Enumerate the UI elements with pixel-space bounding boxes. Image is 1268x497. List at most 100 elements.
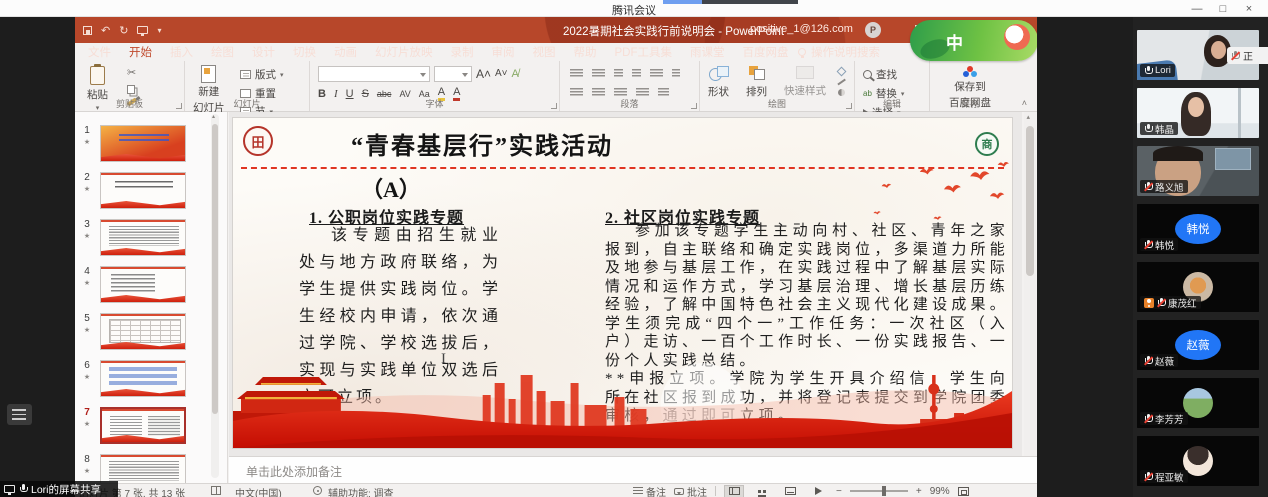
shape-outline-icon[interactable]: [837, 79, 845, 85]
screen-share-icon: [4, 485, 15, 493]
participant-tile[interactable]: 李芳芳: [1137, 378, 1259, 428]
slide-thumbnail-2[interactable]: 2: [75, 172, 228, 212]
tab-录制[interactable]: 录制: [442, 43, 483, 61]
increase-font-icon[interactable]: A˄: [476, 68, 491, 80]
participant-tile[interactable]: 韩晶: [1137, 88, 1259, 138]
bullets-icon[interactable]: [570, 69, 583, 78]
normal-view-button[interactable]: [724, 485, 744, 497]
maximize-button[interactable]: □: [1210, 3, 1236, 15]
slide-thumbnail-6[interactable]: 6: [75, 360, 228, 400]
line-spacing-icon[interactable]: [650, 69, 663, 78]
tab-设计[interactable]: 设计: [243, 43, 284, 61]
arrange-button[interactable]: 排列: [746, 66, 767, 99]
customize-qat-icon[interactable]: ▾: [157, 26, 161, 35]
shapes-button[interactable]: 形状: [708, 66, 729, 99]
participant-tile[interactable]: 康茂红: [1137, 262, 1259, 312]
slide-thumbnail-7[interactable]: 7: [75, 407, 228, 447]
tab-绘图[interactable]: 绘图: [202, 43, 243, 61]
decrease-indent-icon[interactable]: [614, 69, 623, 78]
fit-to-window-icon[interactable]: [958, 487, 969, 496]
account-avatar[interactable]: P: [865, 22, 881, 38]
start-slideshow-icon[interactable]: [137, 26, 148, 34]
participant-name: 康茂红: [1168, 296, 1197, 310]
layout-button[interactable]: 版式 ▾: [240, 67, 284, 82]
notes-pane[interactable]: 单击此处添加备注: [229, 456, 1037, 483]
spell-check-icon[interactable]: [211, 486, 221, 495]
font-name-combo[interactable]: [318, 66, 430, 82]
zoom-in-button[interactable]: +: [916, 486, 922, 497]
editing-group: 查找 ab 替换 ▾ 选择 ▾ 编辑: [855, 61, 930, 111]
tab-视图[interactable]: 视图: [524, 43, 565, 61]
font-size-combo[interactable]: [434, 66, 472, 82]
notes-toggle[interactable]: 备注: [633, 484, 666, 497]
canvas-scrollbar[interactable]: [1024, 112, 1036, 456]
clipboard-dialog-launcher[interactable]: [176, 103, 182, 109]
slide-thumbnail-5[interactable]: 5: [75, 313, 228, 353]
participant-tile[interactable]: 路义旭: [1137, 146, 1259, 196]
zoom-slider[interactable]: [850, 490, 908, 492]
shape-fill-icon[interactable]: [837, 67, 847, 77]
align-center-icon[interactable]: [592, 88, 605, 97]
tab-插入[interactable]: 插入: [161, 43, 202, 61]
notes-placeholder: 单击此处添加备注: [246, 463, 342, 480]
meeting-sidebar-toggle[interactable]: [7, 404, 32, 425]
slide-thumbnail-8[interactable]: 8: [75, 454, 228, 483]
zoom-out-button[interactable]: −: [836, 486, 842, 497]
tab-切换[interactable]: 切换: [284, 43, 325, 61]
collapse-ribbon-icon[interactable]: ˄: [1022, 98, 1027, 108]
cut-icon[interactable]: ✂: [127, 68, 137, 79]
mic-icon: [1144, 66, 1152, 76]
copy-icon[interactable]: [127, 85, 135, 94]
save-icon[interactable]: [83, 26, 92, 35]
tab-百度网盘[interactable]: 百度网盘: [734, 43, 798, 61]
comments-toggle[interactable]: 批注: [674, 484, 707, 497]
slide-thumbnail-4[interactable]: 4: [75, 266, 228, 306]
close-button[interactable]: ×: [1236, 3, 1262, 15]
clear-format-icon[interactable]: A̸: [512, 69, 519, 80]
tab-雨课堂[interactable]: 雨课堂: [681, 43, 734, 61]
screen-share-banner[interactable]: Lori的屏幕共享: [0, 481, 118, 497]
slide-sorter-view-button[interactable]: [752, 485, 772, 497]
participant-tile[interactable]: 程亚敏: [1137, 436, 1259, 486]
college-logo-icon: 商: [975, 132, 999, 156]
zoom-percent[interactable]: 99%: [930, 486, 950, 497]
participant-tile[interactable]: 韩悦 韩悦: [1137, 204, 1259, 254]
reading-view-button[interactable]: [780, 485, 800, 497]
tab-动画[interactable]: 动画: [325, 43, 366, 61]
tab-审阅[interactable]: 审阅: [483, 43, 524, 61]
numbering-icon[interactable]: [592, 69, 605, 78]
decrease-font-icon[interactable]: A˅: [495, 69, 508, 79]
drawing-dialog-launcher[interactable]: [846, 103, 852, 109]
zoom-slider-thumb[interactable]: [882, 486, 886, 496]
slide-editor[interactable]: 田 商 “青春基层行”实践活动 （A） 1. 公职岗位实践专题 该专题由招生就业…: [233, 118, 1012, 448]
tab-幻灯片放映[interactable]: 幻灯片放映: [366, 43, 442, 61]
tab-PDF工具集[interactable]: PDF工具集: [606, 43, 682, 61]
undo-icon[interactable]: ↶: [101, 24, 110, 37]
tell-me-search[interactable]: 操作说明搜索: [798, 43, 880, 61]
align-right-icon[interactable]: [614, 88, 627, 97]
tab-帮助[interactable]: 帮助: [565, 43, 606, 61]
shape-effects-icon[interactable]: [838, 89, 845, 96]
find-button[interactable]: 查找: [863, 67, 904, 82]
paragraph-dialog-launcher[interactable]: [691, 103, 697, 109]
accessibility-status[interactable]: 辅助功能: 调查: [328, 485, 394, 497]
quick-styles-button[interactable]: 快速样式: [784, 66, 826, 98]
increase-indent-icon[interactable]: [632, 69, 641, 78]
align-left-icon[interactable]: [570, 88, 583, 97]
columns-icon[interactable]: [658, 88, 669, 97]
text-direction-icon[interactable]: [672, 69, 680, 78]
participant-tile[interactable]: 赵薇 赵薇: [1137, 320, 1259, 370]
account-email[interactable]: positive_1@126.com: [750, 23, 853, 35]
slide-title[interactable]: “青春基层行”实践活动: [351, 126, 613, 161]
tab-文件[interactable]: 文件: [79, 43, 120, 61]
tab-开始[interactable]: 开始: [120, 43, 161, 61]
slide-title-line2[interactable]: （A）: [361, 172, 421, 204]
language-indicator[interactable]: 中文(中国): [235, 485, 282, 497]
slide-thumbnail-3[interactable]: 3: [75, 219, 228, 259]
minimize-button[interactable]: —: [1184, 3, 1210, 15]
slide-thumbnail-1[interactable]: 1: [75, 125, 228, 165]
slideshow-button[interactable]: [808, 485, 828, 497]
justify-icon[interactable]: [636, 88, 649, 97]
redo-icon[interactable]: ↻: [119, 24, 128, 37]
font-dialog-launcher[interactable]: [551, 103, 557, 109]
